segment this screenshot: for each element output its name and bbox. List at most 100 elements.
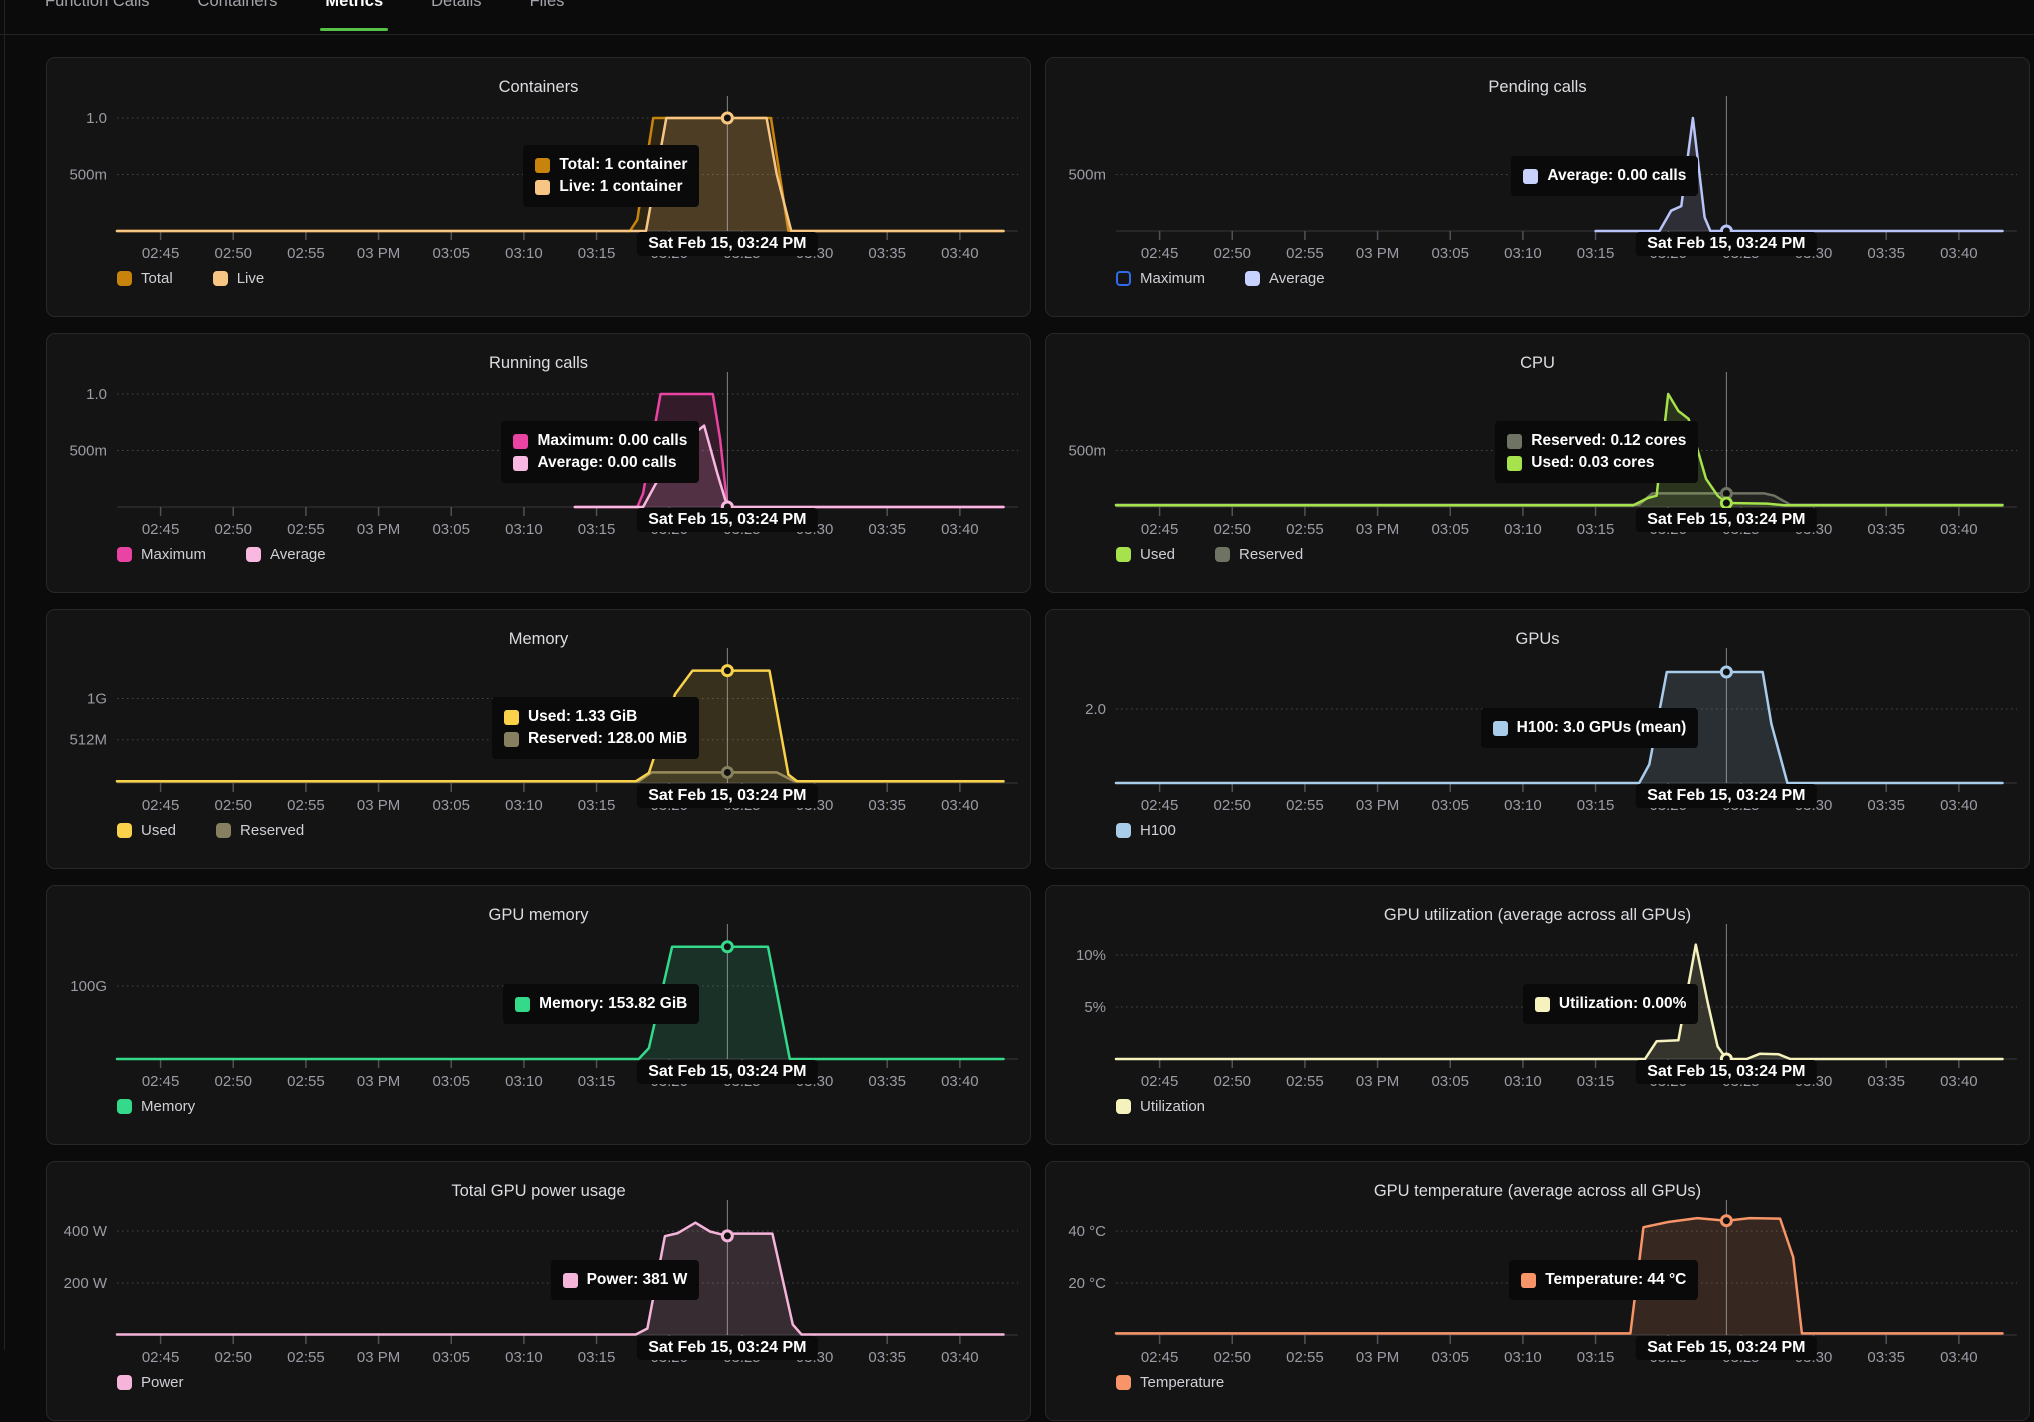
tabs: Function Calls Containers Metrics Detail…	[45, 0, 2034, 34]
x-axis-label: 02:50	[214, 245, 252, 262]
chart-legend: Memory	[117, 1098, 195, 1115]
x-axis-label: 02:45	[1141, 245, 1179, 262]
legend-item-live[interactable]: Live	[213, 270, 265, 287]
x-axis-label: 03:35	[1867, 797, 1905, 814]
y-axis-label: 200 W	[64, 1275, 108, 1292]
cursor-marker	[1721, 667, 1731, 677]
x-axis-label: 02:55	[1286, 521, 1324, 538]
y-axis-label: 2.0	[1085, 701, 1106, 718]
tab-function-calls[interactable]: Function Calls	[45, 0, 150, 34]
legend-item-maximum[interactable]: Maximum	[117, 546, 206, 563]
tooltip-text: H100: 3.0 GPUs (mean)	[1517, 719, 1687, 737]
chart-card-cpu: CPU500m02:4502:5002:5503 PM03:0503:1003:…	[1045, 333, 2030, 593]
tooltip-swatch	[513, 434, 528, 449]
legend-item-used[interactable]: Used	[117, 822, 176, 839]
x-axis-label: 03 PM	[357, 1349, 400, 1366]
timestamp-tooltip: Sat Feb 15, 03:24 PM	[1636, 232, 1816, 256]
x-axis-label: 03:05	[1431, 1349, 1469, 1366]
tooltip-swatch	[1493, 721, 1508, 736]
x-axis-label: 02:50	[214, 797, 252, 814]
x-axis-label: 02:50	[214, 521, 252, 538]
tooltip-text: Reserved: 0.12 cores	[1531, 432, 1686, 450]
legend-item-h100[interactable]: H100	[1116, 822, 1176, 839]
timestamp-tooltip: Sat Feb 15, 03:24 PM	[1636, 1060, 1816, 1084]
legend-item-reserved[interactable]: Reserved	[216, 822, 304, 839]
x-axis-label: 03 PM	[357, 1073, 400, 1090]
x-axis-label: 02:55	[1286, 797, 1324, 814]
chart-card-gpu-utilization: GPU utilization (average across all GPUs…	[1045, 885, 2030, 1145]
x-axis-label: 03 PM	[1356, 1349, 1399, 1366]
legend-swatch	[117, 1375, 132, 1390]
x-axis-label: 02:50	[214, 1349, 252, 1366]
x-axis-label: 02:45	[142, 797, 180, 814]
tooltip-text: Used: 0.03 cores	[1531, 454, 1654, 472]
x-axis-label: 02:50	[1213, 245, 1251, 262]
y-axis-label: 40 °C	[1068, 1223, 1106, 1240]
legend-label: Utilization	[1140, 1098, 1205, 1115]
tooltip-swatch	[535, 180, 550, 195]
chart-plot-area[interactable]: 400 W200 W02:4502:5002:5503 PM03:0503:10…	[47, 1162, 1030, 1422]
tooltip-swatch	[504, 732, 519, 747]
x-axis-label: 03:15	[578, 1349, 616, 1366]
legend-item-average[interactable]: Average	[1245, 270, 1325, 287]
x-axis-label: 03:10	[1504, 1073, 1542, 1090]
tooltip-text: Average: 0.00 calls	[537, 454, 676, 472]
x-axis-label: 02:50	[1213, 521, 1251, 538]
x-axis-label: 02:45	[1141, 797, 1179, 814]
x-axis-label: 03:35	[868, 245, 906, 262]
tooltip-swatch	[1507, 434, 1522, 449]
tab-metrics[interactable]: Metrics	[325, 0, 383, 34]
x-axis-label: 03:05	[432, 521, 470, 538]
x-axis-label: 03:15	[1577, 1073, 1615, 1090]
tab-details[interactable]: Details	[431, 0, 481, 34]
x-axis-label: 03:40	[941, 1073, 979, 1090]
legend-item-reserved[interactable]: Reserved	[1215, 546, 1303, 563]
cursor-marker	[1721, 1216, 1731, 1226]
cursor-marker	[722, 767, 732, 777]
legend-item-total[interactable]: Total	[117, 270, 173, 287]
chart-legend: Total Live	[117, 270, 264, 287]
legend-swatch	[246, 547, 261, 562]
x-axis-label: 03:10	[505, 1349, 543, 1366]
x-axis-label: 02:50	[1213, 1349, 1251, 1366]
legend-swatch	[117, 271, 132, 286]
series-line-reserved	[1116, 493, 2003, 504]
x-axis-label: 02:45	[142, 1073, 180, 1090]
x-axis-label: 03:40	[1940, 1349, 1978, 1366]
legend-item-temperature[interactable]: Temperature	[1116, 1374, 1224, 1391]
timestamp-tooltip: Sat Feb 15, 03:24 PM	[637, 1336, 817, 1360]
x-axis-label: 02:45	[1141, 1349, 1179, 1366]
timestamp-tooltip: Sat Feb 15, 03:24 PM	[637, 784, 817, 808]
legend-swatch	[1116, 1099, 1131, 1114]
legend-label: H100	[1140, 822, 1176, 839]
series-tooltip: H100: 3.0 GPUs (mean)	[1481, 708, 1699, 748]
x-axis-label: 03:35	[868, 1073, 906, 1090]
y-axis-label: 500m	[1068, 443, 1106, 460]
chart-legend: Used Reserved	[117, 822, 304, 839]
y-axis-label: 1G	[87, 691, 107, 708]
x-axis-label: 03:10	[505, 1073, 543, 1090]
legend-item-power[interactable]: Power	[117, 1374, 184, 1391]
cursor-marker	[722, 1231, 732, 1241]
series-line-reserved	[117, 772, 1004, 781]
x-axis-label: 03:15	[578, 245, 616, 262]
legend-item-maximum[interactable]: Maximum	[1116, 270, 1205, 287]
x-axis-label: 03 PM	[357, 797, 400, 814]
x-axis-label: 03:40	[941, 521, 979, 538]
y-axis-label: 1.0	[86, 386, 107, 403]
y-axis-label: 400 W	[64, 1223, 108, 1240]
legend-item-used[interactable]: Used	[1116, 546, 1175, 563]
page-left-border	[4, 0, 5, 1350]
legend-item-utilization[interactable]: Utilization	[1116, 1098, 1205, 1115]
tab-containers[interactable]: Containers	[198, 0, 278, 34]
legend-item-memory[interactable]: Memory	[117, 1098, 195, 1115]
y-axis-label: 512M	[69, 732, 107, 749]
tab-files[interactable]: Files	[530, 0, 565, 34]
tooltip-swatch	[1535, 997, 1550, 1012]
tooltip-text: Used: 1.33 GiB	[528, 708, 637, 726]
tooltip-swatch	[515, 997, 530, 1012]
x-axis-label: 03:40	[1940, 1073, 1978, 1090]
x-axis-label: 03:35	[1867, 1349, 1905, 1366]
x-axis-label: 03:15	[578, 1073, 616, 1090]
legend-item-average[interactable]: Average	[246, 546, 326, 563]
